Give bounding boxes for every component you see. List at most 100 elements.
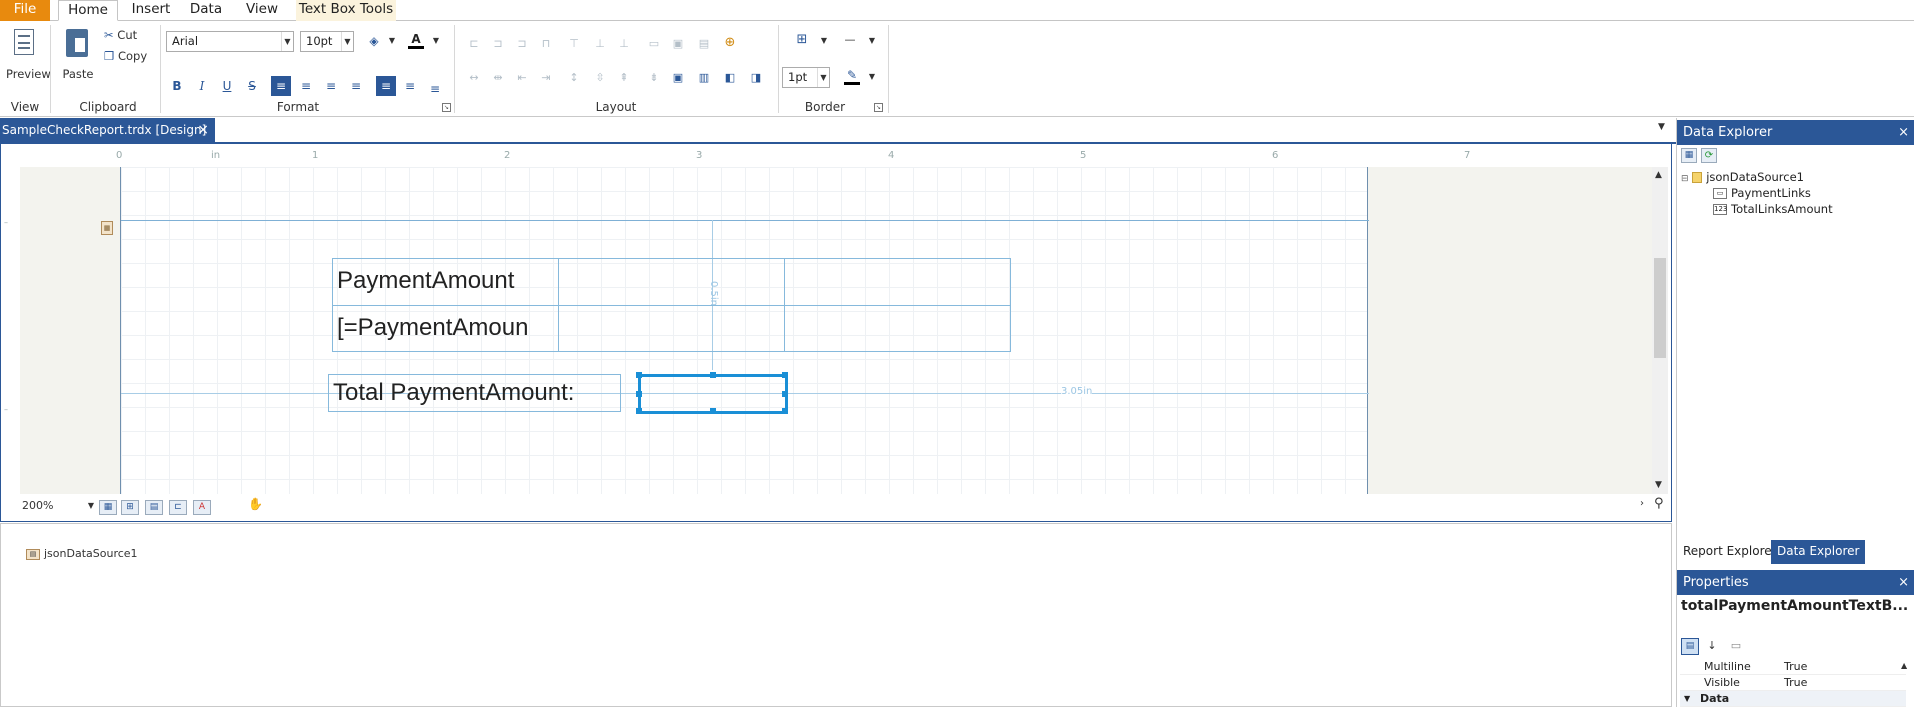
- table-header-cell-empty[interactable]: [558, 258, 785, 306]
- document-tab[interactable]: SampleCheckReport.trdx [Design] ×: [0, 118, 215, 144]
- window-menu-icon[interactable]: ▼: [1658, 122, 1665, 132]
- table-header-cell-empty[interactable]: [784, 258, 1011, 306]
- tab-text-box-tools[interactable]: Text Box Tools: [296, 0, 396, 21]
- tab-data[interactable]: Data: [186, 0, 226, 21]
- tab-view[interactable]: View: [240, 0, 284, 21]
- sort-alpha-icon[interactable]: ↓: [1703, 638, 1721, 655]
- tray-component[interactable]: ▤ jsonDataSource1: [26, 546, 146, 562]
- equal-horizontal-spacing-icon[interactable]: ↔: [466, 71, 482, 85]
- borders-icon[interactable]: ⊞: [794, 33, 810, 47]
- tree-item-totallinksamount[interactable]: 123 TotalLinksAmount: [1713, 202, 1833, 216]
- scroll-right-icon[interactable]: ›: [1640, 498, 1644, 509]
- property-row[interactable]: Visible True: [1680, 675, 1906, 691]
- categorized-icon[interactable]: ▤: [1681, 638, 1699, 655]
- property-row[interactable]: Multiline True: [1680, 659, 1906, 675]
- table-detail-cell[interactable]: [=PaymentAmoun: [332, 305, 559, 352]
- snap-to-grid-icon[interactable]: ⊞: [121, 500, 139, 515]
- table-header-cell[interactable]: PaymentAmount: [332, 258, 559, 306]
- bold-button[interactable]: B: [167, 76, 187, 96]
- resize-handle[interactable]: [636, 408, 642, 414]
- zoom-icon[interactable]: ⚲: [1654, 496, 1664, 511]
- tab-insert[interactable]: Insert: [128, 0, 174, 21]
- border-style-icon[interactable]: —: [842, 33, 858, 47]
- size-to-grid-icon[interactable]: ▭: [646, 37, 662, 51]
- close-icon[interactable]: ×: [197, 118, 209, 143]
- total-label-textbox[interactable]: Total PaymentAmount:: [328, 374, 621, 412]
- pan-hand-icon[interactable]: ✋: [248, 497, 263, 511]
- equal-vertical-spacing-icon[interactable]: ↕: [566, 71, 582, 85]
- close-icon[interactable]: ×: [1898, 570, 1909, 595]
- fill-color-button[interactable]: ◈: [364, 31, 384, 51]
- tab-file[interactable]: File: [0, 0, 50, 21]
- border-color-button[interactable]: ✎: [842, 65, 862, 85]
- collapse-icon[interactable]: ▼: [1684, 691, 1690, 707]
- send-to-back-icon[interactable]: ◨: [748, 71, 764, 85]
- border-dialog-launcher[interactable]: ↘: [874, 103, 883, 112]
- paste-button[interactable]: Paste: [58, 27, 98, 91]
- align-right-button[interactable]: ≡: [321, 76, 341, 96]
- align-middles-icon[interactable]: ⊤: [566, 37, 582, 51]
- justify-button[interactable]: ≡: [346, 76, 366, 96]
- tab-home[interactable]: Home: [58, 0, 118, 21]
- align-rights-icon[interactable]: ⊐: [514, 37, 530, 51]
- cut-button[interactable]: ✂ Cut: [104, 28, 146, 44]
- property-category-data[interactable]: ▼ Data: [1680, 691, 1906, 707]
- resize-handle[interactable]: [710, 408, 716, 414]
- resize-handle[interactable]: [636, 372, 642, 378]
- add-datasource-icon[interactable]: ▦: [1681, 148, 1697, 163]
- scrollbar-thumb[interactable]: [1654, 258, 1666, 358]
- remove-horizontal-spacing-icon[interactable]: ⇥: [538, 71, 554, 85]
- copy-button[interactable]: ❐ Copy: [104, 49, 150, 65]
- table-detail-cell-empty[interactable]: [784, 305, 1011, 352]
- decrease-horizontal-spacing-icon[interactable]: ⇤: [514, 71, 530, 85]
- align-centers-icon[interactable]: ⊐: [490, 37, 506, 51]
- refresh-icon[interactable]: ⟳: [1701, 148, 1717, 163]
- border-width-combo[interactable]: 1pt ▼: [782, 67, 830, 88]
- increase-horizontal-spacing-icon[interactable]: ⇹: [490, 71, 506, 85]
- preview-button[interactable]: Preview: [6, 27, 51, 91]
- border-color-dropdown[interactable]: ▼: [866, 67, 878, 87]
- make-same-height-icon[interactable]: ▥: [696, 71, 712, 85]
- align-baseline-icon[interactable]: ⊥: [616, 37, 632, 51]
- tab-data-explorer[interactable]: Data Explorer: [1771, 540, 1866, 564]
- align-left-button[interactable]: ≡: [271, 76, 291, 96]
- resize-handle[interactable]: [636, 391, 642, 397]
- bring-to-front-icon[interactable]: ◧: [722, 71, 738, 85]
- make-same-width-icon[interactable]: ▣: [670, 71, 686, 85]
- show-grid-icon[interactable]: ▦: [99, 500, 117, 515]
- zoom-combo[interactable]: 200% ▼: [22, 498, 94, 513]
- show-rulers-icon[interactable]: ⊏: [169, 500, 187, 515]
- text-mode-icon[interactable]: A: [193, 500, 211, 515]
- table-detail-cell-empty[interactable]: [558, 305, 785, 352]
- italic-button[interactable]: I: [192, 76, 212, 96]
- fill-color-dropdown[interactable]: ▼: [386, 31, 398, 51]
- font-size-combo[interactable]: 10pt ▼: [300, 31, 354, 52]
- font-color-dropdown[interactable]: ▼: [430, 31, 442, 51]
- align-tops-icon[interactable]: ⊓: [538, 37, 554, 51]
- scroll-down-icon[interactable]: ▼: [1655, 480, 1662, 490]
- borders-dropdown[interactable]: ▼: [818, 31, 830, 51]
- close-icon[interactable]: ×: [1898, 120, 1909, 145]
- report-page[interactable]: 0.5in 3.05in PaymentAmount [=PaymentAmou…: [120, 167, 1369, 494]
- tree-item-paymentlinks[interactable]: ▭ PaymentLinks: [1713, 186, 1811, 200]
- total-payment-amount-textbox[interactable]: [636, 372, 788, 414]
- font-name-combo[interactable]: Arial ▼: [166, 31, 294, 52]
- border-style-dropdown[interactable]: ▼: [866, 31, 878, 51]
- valign-bottom-button[interactable]: ≡: [425, 79, 445, 99]
- resize-handle[interactable]: [710, 372, 716, 378]
- align-bottoms-icon[interactable]: ⊥: [592, 37, 608, 51]
- valign-middle-button[interactable]: ≡: [400, 76, 420, 96]
- resize-handle[interactable]: [782, 408, 788, 414]
- valign-top-button[interactable]: ≡: [376, 76, 396, 96]
- align-center-button[interactable]: ≡: [296, 76, 316, 96]
- scroll-up-icon[interactable]: ▲: [1655, 170, 1662, 180]
- calculator-icon[interactable]: ▦: [101, 221, 113, 235]
- tree-root-jsondatasource1[interactable]: ⊟ jsonDataSource1: [1681, 170, 1804, 184]
- show-margins-icon[interactable]: ▤: [145, 500, 163, 515]
- snap-icon[interactable]: ▣: [670, 37, 686, 51]
- format-dialog-launcher[interactable]: ↘: [442, 103, 451, 112]
- align-to-grid-icon[interactable]: ▤: [696, 37, 712, 51]
- font-color-button[interactable]: A: [406, 29, 426, 49]
- resize-handle[interactable]: [782, 391, 788, 397]
- align-lefts-icon[interactable]: ⊏: [466, 37, 482, 51]
